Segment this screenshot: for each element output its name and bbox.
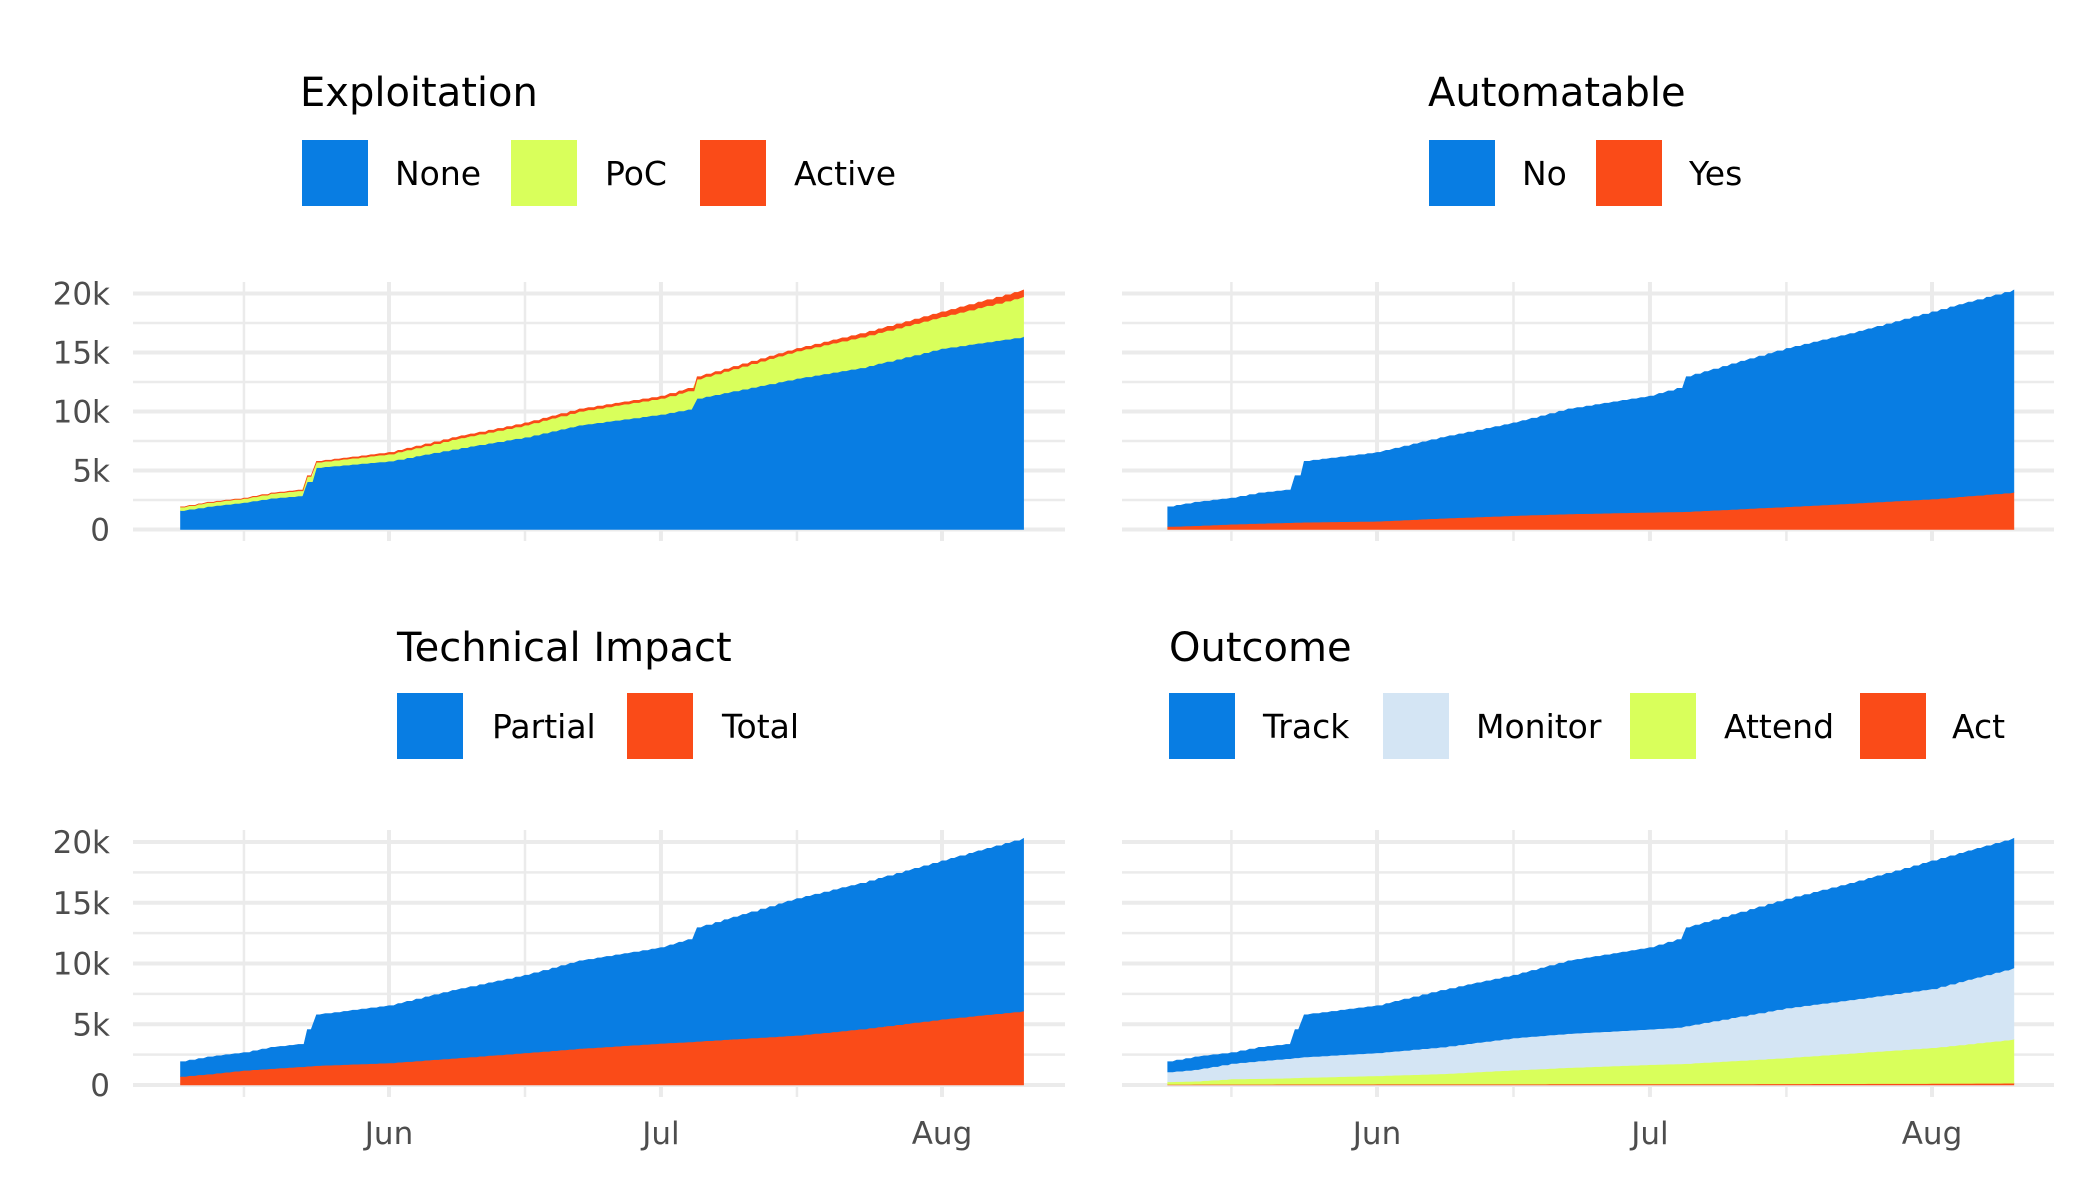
area-no <box>1167 289 2015 527</box>
y-tick-label: 5k <box>72 454 110 490</box>
legend-label-act: Act <box>1952 707 2005 746</box>
y-tick-label: 20k <box>53 825 110 861</box>
legend-label-partial: Partial <box>492 707 596 746</box>
legend-label-active: Active <box>794 154 896 193</box>
legend: Track Monitor Attend Act <box>1169 693 2005 759</box>
legend-label-none: None <box>395 154 481 193</box>
legend-key-poc <box>511 140 577 206</box>
legend-key-monitor <box>1383 693 1449 759</box>
panel-automatable: Automatable No Yes <box>1122 70 2054 541</box>
area-none <box>180 336 1024 530</box>
panel-exploitation: Exploitation None PoC Active 0 5k 10k 15k 20… <box>53 70 1065 549</box>
legend-label-total: Total <box>721 707 799 746</box>
y-tick-label: 20k <box>53 277 110 313</box>
x-axis-tick-labels: Jun Jul Aug <box>363 1116 972 1152</box>
x-axis-tick-labels: Jun Jul Aug <box>1351 1116 1962 1152</box>
legend-key-yes <box>1596 140 1662 206</box>
y-axis-tick-labels: 0 5k 10k 15k 20k <box>53 825 110 1104</box>
legend-label-yes: Yes <box>1688 154 1742 193</box>
figure-canvas: Exploitation None PoC Active 0 5k 10k 15k 20… <box>53 70 2054 1152</box>
x-tick-label: Jul <box>640 1116 679 1152</box>
legend-key-total <box>627 693 693 759</box>
panel-title: Exploitation <box>300 70 538 116</box>
y-tick-label: 15k <box>53 336 110 372</box>
legend-key-no <box>1429 140 1495 206</box>
legend-label-no: No <box>1522 154 1567 193</box>
panel-title: Outcome <box>1169 625 1352 671</box>
legend-key-act <box>1860 693 1926 759</box>
legend-key-none <box>302 140 368 206</box>
legend-key-track <box>1169 693 1235 759</box>
x-tick-label: Aug <box>912 1116 973 1152</box>
panel-title: Automatable <box>1428 70 1686 116</box>
legend-label-attend: Attend <box>1724 707 1834 746</box>
y-tick-label: 10k <box>53 947 110 983</box>
legend: Partial Total <box>397 693 799 759</box>
legend-key-attend <box>1630 693 1696 759</box>
legend-label-monitor: Monitor <box>1476 707 1602 746</box>
legend: No Yes <box>1429 140 1742 206</box>
x-tick-label: Jun <box>1351 1116 1401 1152</box>
legend: None PoC Active <box>302 140 896 206</box>
y-tick-label: 10k <box>53 395 110 431</box>
y-tick-label: 0 <box>90 1068 110 1104</box>
y-tick-label: 15k <box>53 886 110 922</box>
legend-label-poc: PoC <box>605 154 667 193</box>
panel-technical-impact: Technical Impact Partial Total 0 5k 10k 15k… <box>53 625 1065 1152</box>
figure: Exploitation None PoC Active 0 5k 10k 15k 20… <box>0 0 2100 1200</box>
legend-label-track: Track <box>1262 707 1350 746</box>
x-tick-label: Jun <box>363 1116 413 1152</box>
x-tick-label: Jul <box>1629 1116 1668 1152</box>
legend-key-active <box>700 140 766 206</box>
panel-title: Technical Impact <box>396 625 732 671</box>
legend-key-partial <box>397 693 463 759</box>
y-axis-tick-labels: 0 5k 10k 15k 20k <box>53 277 110 549</box>
x-tick-label: Aug <box>1902 1116 1963 1152</box>
y-tick-label: 0 <box>90 513 110 549</box>
y-tick-label: 5k <box>72 1007 110 1043</box>
panel-outcome: Outcome Track Monitor Attend Act Jun Jul A… <box>1122 625 2054 1152</box>
